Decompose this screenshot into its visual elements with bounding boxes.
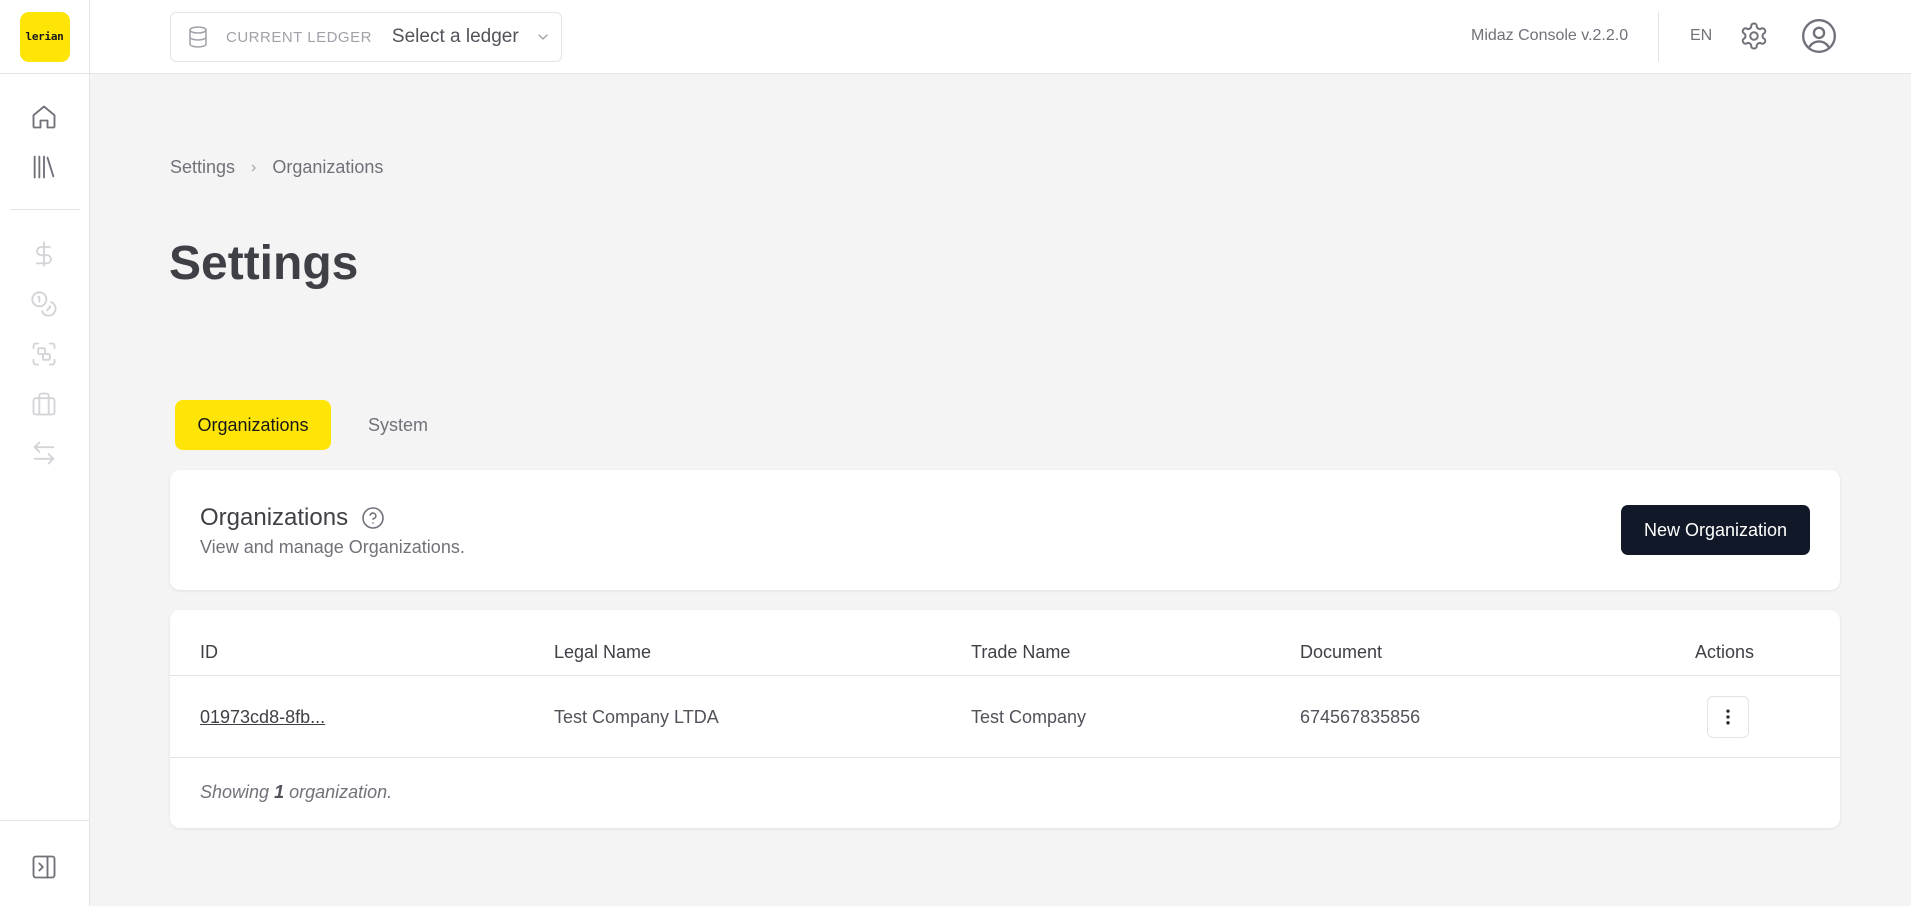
footer-suffix: organization. xyxy=(289,782,393,802)
organizations-header-card: Organizations View and manage Organizati… xyxy=(170,470,1840,590)
column-header-trade-name: Trade Name xyxy=(971,642,1071,662)
settings-tabs: Organizations System xyxy=(170,397,428,453)
breadcrumb: Settings › Organizations xyxy=(170,157,383,178)
coins-icon[interactable] xyxy=(29,289,59,319)
breadcrumb-settings[interactable]: Settings xyxy=(170,157,235,178)
cell-legal-name: Test Company LTDA xyxy=(554,707,719,727)
tab-system[interactable]: System xyxy=(368,415,428,436)
sidebar-footer xyxy=(0,820,90,906)
library-icon[interactable] xyxy=(29,152,59,182)
tab-organizations[interactable]: Organizations xyxy=(175,400,331,450)
user-avatar-icon[interactable] xyxy=(1800,17,1838,55)
ledger-value: Select a ledger xyxy=(391,26,519,47)
briefcase-icon[interactable] xyxy=(29,389,59,419)
cell-trade-name: Test Company xyxy=(971,707,1087,727)
database-icon xyxy=(186,25,210,49)
table-divider xyxy=(170,675,1840,676)
panel-collapse-icon[interactable] xyxy=(29,852,59,882)
sidebar-divider xyxy=(10,209,80,210)
organization-id-link[interactable]: 01973cd8-8fb... xyxy=(200,707,325,728)
app-version: Midaz Console v.2.2.0 xyxy=(1471,27,1629,44)
organizations-table: ID Legal Name Trade Name Document Action… xyxy=(170,610,1840,828)
footer-count: 1 xyxy=(274,782,285,802)
card-title: Organizations xyxy=(200,504,349,531)
help-circle-icon[interactable] xyxy=(361,506,385,530)
card-subtitle: View and manage Organizations. xyxy=(200,537,465,557)
home-icon[interactable] xyxy=(29,102,59,132)
new-organization-button[interactable]: New Organization xyxy=(1621,505,1810,555)
header-divider xyxy=(1658,12,1659,62)
column-header-legal-name: Legal Name xyxy=(554,642,652,662)
breadcrumb-organizations: Organizations xyxy=(272,157,384,177)
column-header-document: Document xyxy=(1300,642,1383,662)
column-header-actions: Actions xyxy=(1695,642,1755,662)
ledger-label: CURRENT LEDGER xyxy=(226,28,372,46)
table-divider xyxy=(170,757,1840,758)
chevron-right-icon: › xyxy=(251,158,257,176)
column-header-id: ID xyxy=(200,642,218,662)
chevron-down-icon xyxy=(535,29,551,45)
footer-prefix: Showing xyxy=(200,782,270,802)
row-actions-button[interactable] xyxy=(1707,696,1749,738)
card-title-row: Organizations xyxy=(200,504,385,532)
logo[interactable]: lerian xyxy=(19,11,70,62)
sidebar: lerian xyxy=(0,0,90,906)
language-switcher[interactable]: EN xyxy=(1690,27,1712,45)
ledger-selector[interactable]: CURRENT LEDGER Select a ledger xyxy=(170,12,562,62)
scan-group-icon[interactable] xyxy=(29,339,59,369)
gear-icon[interactable] xyxy=(1739,21,1769,51)
arrows-swap-icon[interactable] xyxy=(29,438,59,468)
cell-document: 674567835856 xyxy=(1300,707,1421,727)
top-bar: CURRENT LEDGER Select a ledger Midaz Con… xyxy=(90,0,1911,74)
more-vertical-icon xyxy=(1726,709,1730,725)
logo-container: lerian xyxy=(0,0,89,74)
page-title: Settings xyxy=(169,237,359,290)
dollar-icon[interactable] xyxy=(29,239,59,269)
table-footer: Showing 1 organization. xyxy=(200,782,392,803)
